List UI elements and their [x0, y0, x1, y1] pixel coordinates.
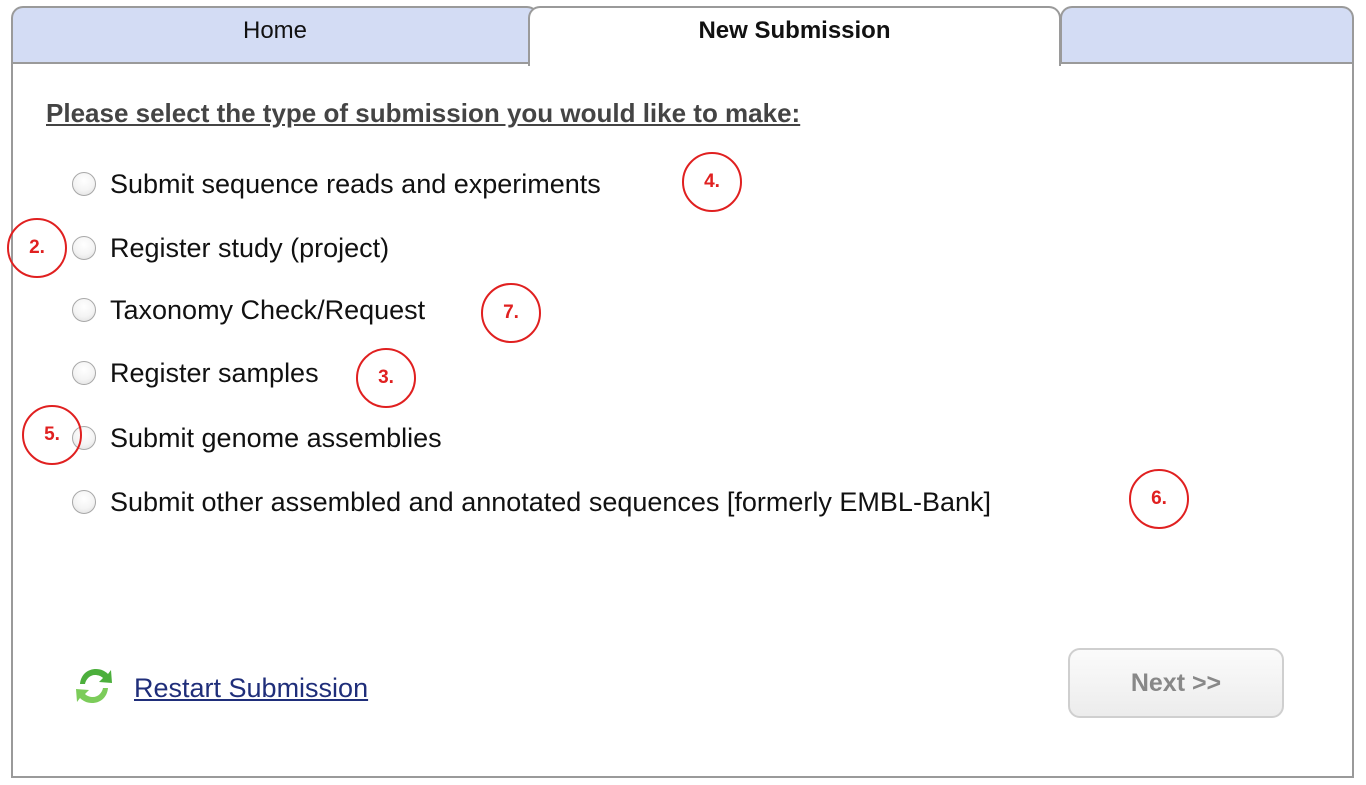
refresh-icon	[74, 664, 134, 713]
restart-submission-label[interactable]: Restart Submission	[134, 673, 368, 704]
annotation-callout: 5.	[22, 405, 82, 465]
annotation-callout: 2.	[7, 218, 67, 278]
tab-new-submission[interactable]: New Submission	[528, 6, 1061, 66]
radio-button[interactable]	[72, 298, 96, 322]
option-register-study[interactable]: Register study (project)	[72, 228, 389, 268]
radio-button[interactable]	[72, 490, 96, 514]
page-heading: Please select the type of submission you…	[46, 98, 801, 128]
tab-bar: Home New Submission	[0, 0, 1366, 66]
option-label: Submit genome assemblies	[110, 422, 442, 453]
option-label: Taxonomy Check/Request	[110, 294, 426, 325]
option-label: Submit other assembled and annotated seq…	[110, 486, 991, 517]
option-genome-assemblies[interactable]: Submit genome assemblies	[72, 418, 442, 458]
annotation-callout: 7.	[481, 283, 541, 343]
option-register-samples[interactable]: Register samples	[72, 353, 319, 393]
annotation-callout: 3.	[356, 348, 416, 408]
option-label: Submit sequence reads and experiments	[110, 168, 601, 199]
annotation-callout: 6.	[1129, 469, 1189, 529]
option-label: Register study (project)	[110, 232, 390, 263]
option-label: Register samples	[110, 357, 319, 388]
option-submit-reads[interactable]: Submit sequence reads and experiments	[72, 164, 601, 204]
tab-blank[interactable]	[1060, 6, 1354, 64]
next-button[interactable]: Next >>	[1068, 648, 1284, 718]
radio-button[interactable]	[72, 172, 96, 196]
annotation-callout: 4.	[682, 152, 742, 212]
option-other-sequences[interactable]: Submit other assembled and annotated seq…	[72, 482, 991, 522]
tab-home[interactable]: Home	[11, 6, 539, 64]
option-taxonomy-check[interactable]: Taxonomy Check/Request	[72, 290, 425, 330]
restart-submission-link[interactable]: Restart Submission	[74, 664, 368, 713]
radio-button[interactable]	[72, 236, 96, 260]
radio-button[interactable]	[72, 361, 96, 385]
